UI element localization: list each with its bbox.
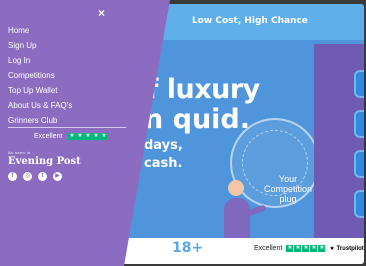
- press-logo: Evening Post: [8, 156, 81, 167]
- star-icon: ★: [76, 133, 84, 140]
- menu-item-competitions[interactable]: Competitions: [8, 71, 72, 80]
- hero-subline-1: days,: [144, 138, 183, 153]
- banner-text: Low Cost, High Chance: [192, 16, 308, 26]
- menu-rating-label: Excellent: [34, 133, 63, 140]
- twitter-icon[interactable]: t: [38, 172, 47, 181]
- trustpilot-text: Trustpilot: [336, 246, 364, 252]
- trust-stars: ★ ★ ★ ★ ★: [286, 245, 326, 252]
- star-icon: ★: [92, 133, 100, 140]
- star-icon: ★: [286, 245, 294, 252]
- trustpilot-logo: ★ Trustpilot: [329, 246, 364, 252]
- star-icon: ★: [100, 133, 108, 140]
- age-badge: 18+: [172, 240, 204, 256]
- menu-rating-stars: ★ ★ ★ ★ ★: [68, 133, 108, 140]
- menu-item-home[interactable]: Home: [8, 26, 72, 35]
- sidebar-tile-basket[interactable]: [354, 110, 364, 138]
- menu-item-sign-up[interactable]: Sign Up: [8, 41, 72, 50]
- trust-label: Excellent: [254, 245, 283, 252]
- right-sidebar: [314, 44, 364, 240]
- menu-item-about-faq[interactable]: About Us & FAQ's: [8, 101, 72, 110]
- close-icon[interactable]: ×: [98, 6, 105, 20]
- star-icon: ★: [302, 245, 310, 252]
- menu-item-grinners-club[interactable]: Grinners Club: [8, 116, 72, 125]
- facebook-icon[interactable]: f: [8, 172, 17, 181]
- star-icon: ★: [318, 245, 326, 252]
- sidebar-tile-trophy[interactable]: [354, 190, 364, 218]
- social-links: f ◎ t ▶: [8, 172, 62, 181]
- sidebar-tile-user[interactable]: [354, 70, 364, 98]
- hero-headline-2: n quid.: [144, 104, 251, 135]
- star-icon: ★: [68, 133, 76, 140]
- star-icon: ★: [310, 245, 318, 252]
- person-head: [228, 180, 244, 196]
- youtube-icon[interactable]: ▶: [53, 172, 62, 181]
- menu-trustpilot-rating: Excellent ★ ★ ★ ★ ★: [34, 133, 108, 140]
- sidebar-tile-gift[interactable]: [354, 150, 364, 178]
- instagram-icon[interactable]: ◎: [23, 172, 32, 181]
- menu-item-top-up-wallet[interactable]: Top Up Wallet: [8, 86, 72, 95]
- menu-divider: [8, 127, 126, 128]
- as-seen-in-label: As seen in: [8, 150, 31, 155]
- trustpilot-widget[interactable]: Excellent ★ ★ ★ ★ ★ ★ Trustpilot: [254, 245, 364, 252]
- star-icon: ★: [294, 245, 302, 252]
- hero-subline-2: cash.: [144, 156, 183, 171]
- menu-list: Home Sign Up Log In Competitions Top Up …: [8, 26, 72, 125]
- menu-item-log-in[interactable]: Log In: [8, 56, 72, 65]
- star-icon: ★: [84, 133, 92, 140]
